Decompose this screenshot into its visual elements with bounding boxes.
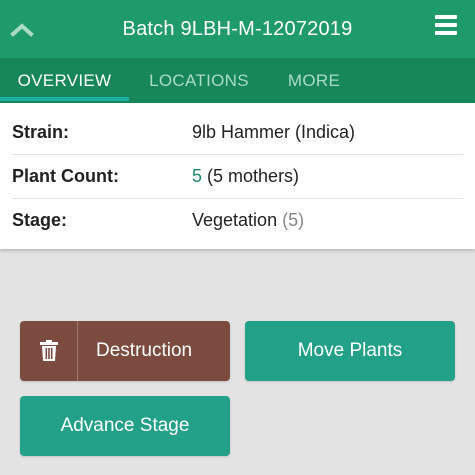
plant-count-row: Plant Count: 5 (5 mothers) bbox=[12, 155, 463, 199]
plant-count-value: 5 (5 mothers) bbox=[192, 166, 299, 187]
trash-icon bbox=[20, 321, 78, 381]
plant-count-note: (5 mothers) bbox=[207, 166, 300, 186]
tab-locations[interactable]: LOCATIONS bbox=[138, 58, 260, 103]
stage-label: Stage: bbox=[12, 210, 68, 230]
stage-count: (5) bbox=[282, 210, 305, 230]
move-plants-label: Move Plants bbox=[297, 340, 403, 361]
stage-row: Stage: Vegetation (5) bbox=[12, 199, 463, 243]
plant-count-label: Plant Count: bbox=[12, 166, 119, 186]
strain-row: Strain: 9lb Hammer (Indica) bbox=[12, 111, 463, 155]
app-header: Batch 9LBH-M-12072019 bbox=[0, 0, 475, 58]
tab-more[interactable]: MORE bbox=[276, 58, 352, 103]
chevron-up-icon[interactable] bbox=[10, 18, 34, 42]
page-title: Batch 9LBH-M-12072019 bbox=[122, 17, 353, 40]
move-plants-button[interactable]: Move Plants bbox=[245, 321, 455, 381]
destruction-label: Destruction bbox=[96, 340, 193, 361]
strain-value: 9lb Hammer (Indica) bbox=[192, 122, 356, 142]
stage-name: Vegetation bbox=[192, 210, 278, 230]
active-tab-indicator bbox=[0, 97, 129, 101]
strain-label: Strain: bbox=[12, 122, 70, 142]
hamburger-menu-icon[interactable] bbox=[435, 15, 459, 39]
destruction-button[interactable]: Destruction bbox=[20, 321, 230, 381]
batch-details-card: Strain: 9lb Hammer (Indica) Plant Count:… bbox=[0, 103, 475, 249]
advance-stage-label: Advance Stage bbox=[60, 415, 190, 436]
plant-count-link[interactable]: 5 bbox=[192, 166, 202, 186]
advance-stage-button[interactable]: Advance Stage bbox=[20, 396, 230, 456]
stage-value: Vegetation (5) bbox=[192, 210, 304, 231]
